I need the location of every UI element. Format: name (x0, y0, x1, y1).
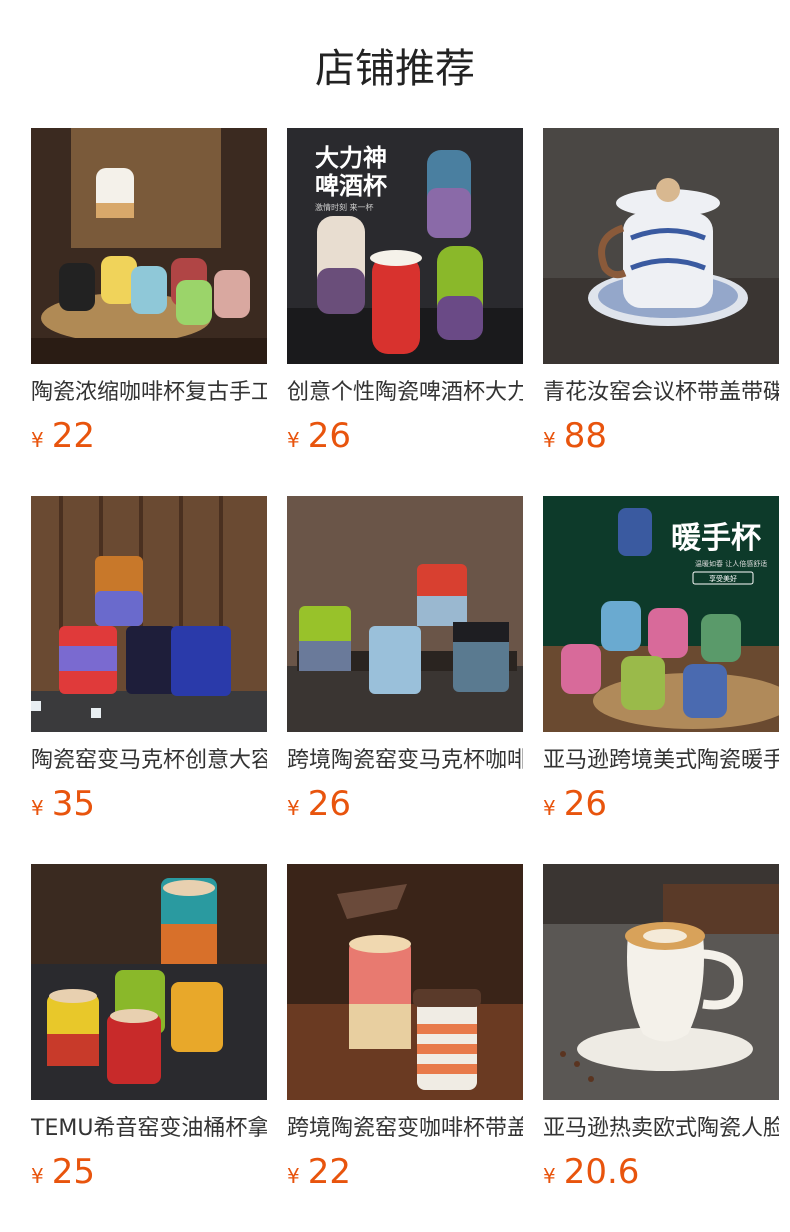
price-value: 20.6 (563, 1152, 640, 1192)
product-name[interactable]: 青花汝窑会议杯带盖带碟套装 (543, 378, 779, 408)
product-name[interactable]: 陶瓷浓缩咖啡杯复古手工窑变杯 (31, 378, 267, 408)
price-value: 22 (307, 1152, 351, 1192)
price-value: 88 (563, 416, 607, 456)
image-subtitle: 温暖如春 让人倍感舒适 (695, 559, 767, 568)
image-title-line1: 大力神 (315, 144, 387, 172)
product-name[interactable]: 亚马逊跨境美式陶瓷暖手杯 (543, 746, 779, 776)
image-subtitle: 激情时刻 来一杯 (315, 202, 374, 212)
product-price: ¥22 (31, 416, 267, 462)
product-name[interactable]: 亚马逊热卖欧式陶瓷人脸杯 (543, 1114, 779, 1144)
product-card[interactable]: 青花汝窑会议杯带盖带碟套装 ¥88 (543, 128, 779, 496)
currency-symbol: ¥ (287, 428, 300, 452)
product-name[interactable]: 跨境陶瓷窑变咖啡杯带盖 (287, 1114, 523, 1144)
product-name[interactable]: TEMU希音窑变油桶杯拿铁杯 (31, 1114, 267, 1144)
product-card[interactable]: TEMU希音窑变油桶杯拿铁杯 ¥25 (31, 864, 267, 1232)
product-image[interactable] (31, 128, 267, 364)
product-image[interactable] (543, 128, 779, 364)
product-card[interactable]: 跨境陶瓷窑变咖啡杯带盖 ¥22 (287, 864, 523, 1232)
page-title: 店铺推荐 (315, 46, 475, 92)
product-image[interactable]: 暖手杯 温暖如春 让人倍感舒适 享受美好 (543, 496, 779, 732)
currency-symbol: ¥ (31, 796, 44, 820)
product-price: ¥88 (543, 416, 779, 462)
price-value: 25 (51, 1152, 95, 1192)
price-value: 26 (307, 784, 351, 824)
price-value: 22 (51, 416, 95, 456)
product-price: ¥25 (31, 1152, 267, 1198)
currency-symbol: ¥ (543, 1164, 556, 1188)
product-price: ¥26 (287, 784, 523, 830)
product-image[interactable] (31, 864, 267, 1100)
product-name[interactable]: 创意个性陶瓷啤酒杯大力神杯 (287, 378, 523, 408)
product-card[interactable]: 暖手杯 温暖如春 让人倍感舒适 享受美好 亚马逊跨境美式陶瓷暖手杯 ¥26 (543, 496, 779, 864)
product-image[interactable] (543, 864, 779, 1100)
currency-symbol: ¥ (543, 796, 556, 820)
product-card[interactable]: 大力神 啤酒杯 激情时刻 来一杯 创意个性陶瓷啤酒杯大力神杯 ¥26 (287, 128, 523, 496)
product-card[interactable]: 跨境陶瓷窑变马克杯咖啡杯 ¥26 (287, 496, 523, 864)
price-value: 26 (563, 784, 607, 824)
product-card[interactable]: 陶瓷浓缩咖啡杯复古手工窑变杯 ¥22 (31, 128, 267, 496)
currency-symbol: ¥ (31, 428, 44, 452)
currency-symbol: ¥ (31, 1164, 44, 1188)
product-grid: 陶瓷浓缩咖啡杯复古手工窑变杯 ¥22 大力神 啤酒杯 激情时刻 来一杯 (31, 128, 779, 1232)
price-value: 26 (307, 416, 351, 456)
product-image[interactable] (31, 496, 267, 732)
product-image[interactable]: 大力神 啤酒杯 激情时刻 来一杯 (287, 128, 523, 364)
currency-symbol: ¥ (287, 1164, 300, 1188)
product-name[interactable]: 陶瓷窑变马克杯创意大容量 (31, 746, 267, 776)
product-price: ¥35 (31, 784, 267, 830)
price-value: 35 (51, 784, 95, 824)
product-name[interactable]: 跨境陶瓷窑变马克杯咖啡杯 (287, 746, 523, 776)
product-card[interactable]: 陶瓷窑变马克杯创意大容量 ¥35 (31, 496, 267, 864)
image-title: 暖手杯 (671, 521, 761, 556)
product-card[interactable]: 亚马逊热卖欧式陶瓷人脸杯 ¥20.6 (543, 864, 779, 1232)
currency-symbol: ¥ (287, 796, 300, 820)
product-image[interactable] (287, 864, 523, 1100)
product-image[interactable] (287, 496, 523, 732)
product-price: ¥26 (543, 784, 779, 830)
product-price: ¥26 (287, 416, 523, 462)
image-title-line2: 啤酒杯 (315, 172, 387, 200)
product-price: ¥22 (287, 1152, 523, 1198)
image-tag: 享受美好 (709, 574, 737, 583)
product-price: ¥20.6 (543, 1152, 779, 1198)
currency-symbol: ¥ (543, 428, 556, 452)
